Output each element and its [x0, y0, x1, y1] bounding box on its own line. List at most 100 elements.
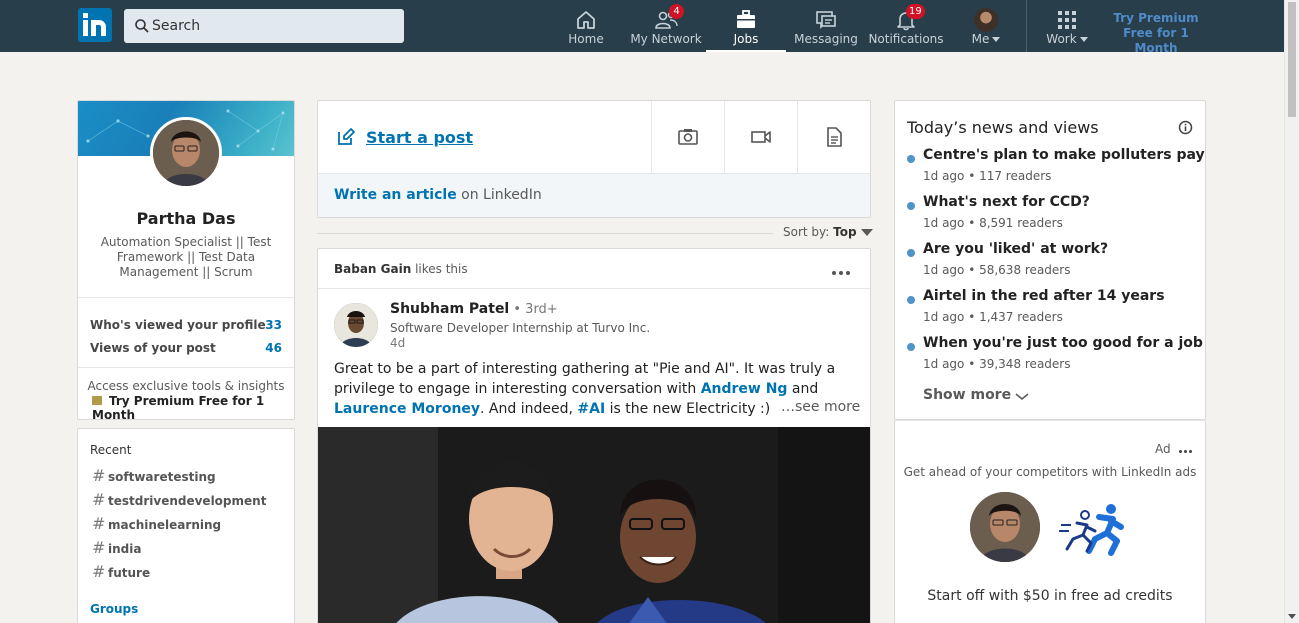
hashtag-label: softwaretesting: [108, 470, 216, 484]
author-headline: Software Developer Internship at Turvo I…: [390, 321, 651, 335]
post-views-stat[interactable]: Views of your post 46: [90, 341, 282, 355]
write-article-label: Write an article: [334, 187, 457, 203]
nav-notifications-label: Notifications: [868, 32, 944, 46]
author-avatar[interactable]: [334, 303, 378, 347]
document-icon: [827, 127, 842, 147]
linkedin-logo[interactable]: in: [78, 8, 112, 42]
hashtag-link[interactable]: #AI: [577, 401, 605, 417]
camera-icon: [678, 129, 698, 145]
post-text: Great to be a part of interesting gather…: [334, 359, 854, 419]
page-scrollbar[interactable]: [1284, 0, 1299, 623]
groups-link[interactable]: Groups: [90, 602, 138, 616]
sort-divider: [317, 233, 773, 234]
premium-line-2: Free for 1 Month: [1123, 26, 1189, 55]
top-navigation-bar: in Home 4 My Network Jobs Messaging 19 N…: [0, 0, 1284, 55]
profile-name[interactable]: Partha Das: [78, 209, 294, 228]
nav-messaging-label: Messaging: [794, 32, 858, 46]
mention-link[interactable]: Andrew Ng: [701, 381, 788, 397]
show-more-button[interactable]: Show more: [923, 387, 1029, 403]
scroll-down-arrow[interactable]: [1288, 614, 1296, 619]
sort-label: Sort by:: [783, 225, 830, 239]
add-photo-button[interactable]: [651, 101, 724, 174]
search-box[interactable]: [124, 9, 404, 43]
nav-my-network[interactable]: 4 My Network: [628, 0, 704, 52]
recent-hashtag[interactable]: # future: [92, 562, 150, 581]
news-meta: 1d ago • 39,348 readers: [923, 357, 1071, 371]
post-image[interactable]: [318, 427, 870, 623]
grid-icon: [1058, 11, 1076, 29]
news-meta: 1d ago • 8,591 readers: [923, 216, 1063, 230]
messaging-icon: [816, 11, 836, 29]
share-box: Start a post Write an article on LinkedI…: [317, 100, 871, 218]
mention-link[interactable]: Laurence Moroney: [334, 401, 480, 417]
write-article-suffix: on LinkedIn: [456, 187, 542, 203]
add-video-button[interactable]: [724, 101, 797, 174]
chevron-down-icon: [1015, 393, 1029, 401]
news-meta: 1d ago • 58,638 readers: [923, 263, 1071, 277]
start-post-label: Start a post: [366, 128, 474, 147]
nav-messaging[interactable]: Messaging: [792, 0, 860, 52]
pencil-icon: [338, 128, 355, 145]
actor-name[interactable]: Baban Gain: [334, 262, 411, 276]
nav-work-label: Work: [1046, 32, 1077, 46]
video-icon: [751, 131, 771, 143]
nav-home[interactable]: Home: [560, 0, 612, 52]
nav-me[interactable]: Me: [964, 0, 1008, 52]
post-text-segment: . And indeed,: [480, 401, 578, 417]
info-icon[interactable]: [1178, 120, 1193, 135]
recent-hashtag[interactable]: # testdrivendevelopment: [92, 490, 266, 509]
nav-divider: [1026, 0, 1027, 52]
profile-views-stat[interactable]: Who's viewed your profile 33: [90, 318, 282, 332]
stat-label: Views of your post: [90, 341, 216, 355]
try-premium-link[interactable]: Try Premium Free for 1 Month: [1104, 11, 1208, 56]
sort-dropdown[interactable]: Sort by: Top: [783, 225, 873, 239]
see-more-link[interactable]: …see more: [781, 399, 860, 415]
start-post-button[interactable]: Start a post: [336, 127, 473, 147]
recent-hashtag[interactable]: # machinelearning: [92, 514, 221, 533]
nav-my-network-label: My Network: [630, 32, 702, 46]
nav-notifications[interactable]: 19 Notifications: [866, 0, 946, 52]
try-premium-cta[interactable]: Try Premium Free for 1 Month: [92, 394, 294, 419]
more-options-icon[interactable]: [832, 262, 854, 275]
author-name-text: Shubham Patel: [390, 301, 510, 317]
scrollbar-thumb[interactable]: [1288, 2, 1296, 117]
divider: [78, 367, 294, 368]
divider: [318, 288, 870, 289]
hashtag-icon: #: [92, 490, 106, 509]
nav-work[interactable]: Work: [1040, 0, 1094, 52]
stat-value: 46: [265, 341, 282, 355]
profile-card: Partha Das Automation Specialist || Test…: [77, 100, 295, 420]
hashtag-label: testdrivendevelopment: [108, 494, 267, 508]
recent-hashtag[interactable]: # softwaretesting: [92, 466, 216, 485]
author-name[interactable]: Shubham Patel • 3rd+: [390, 301, 558, 317]
recent-title: Recent: [90, 443, 132, 457]
bullet-icon: [907, 202, 915, 210]
chevron-down-icon: [1079, 37, 1088, 42]
news-headline: Are you 'liked' at work?: [923, 241, 1109, 257]
add-document-button[interactable]: [797, 101, 870, 174]
hashtag-label: future: [108, 566, 151, 580]
post-text-segment: is the new Electricity :): [605, 401, 771, 417]
stat-value: 33: [265, 318, 282, 332]
nav-me-label: Me: [971, 32, 990, 46]
search-input[interactable]: [152, 9, 397, 43]
show-more-label: Show more: [923, 387, 1012, 403]
news-headline: Centre's plan to make polluters pay: [923, 147, 1205, 163]
ad-profile-avatar: [970, 492, 1040, 562]
more-options-icon[interactable]: [1179, 441, 1195, 453]
nav-jobs-label: Jobs: [733, 32, 759, 46]
ad-label: Ad: [1155, 442, 1171, 456]
nav-home-label: Home: [568, 32, 604, 46]
news-card: Today’s news and views Centre's plan to …: [894, 100, 1206, 420]
premium-icon: [92, 396, 102, 405]
profile-avatar[interactable]: [150, 117, 222, 189]
hashtag-icon: #: [92, 514, 106, 533]
feed-post: Baban Gain likes this Shubham Patel • 3r…: [317, 248, 871, 623]
post-text-segment: and: [787, 381, 819, 397]
ad-offer-text[interactable]: Start off with $50 in free ad credits: [895, 588, 1205, 604]
write-article-link[interactable]: Write an article on LinkedIn: [334, 187, 542, 203]
recent-hashtag[interactable]: # india: [92, 538, 141, 557]
running-figures-icon: [1059, 504, 1124, 556]
nav-jobs[interactable]: Jobs: [706, 0, 786, 52]
profile-headline: Automation Specialist || Test Framework …: [100, 235, 272, 279]
